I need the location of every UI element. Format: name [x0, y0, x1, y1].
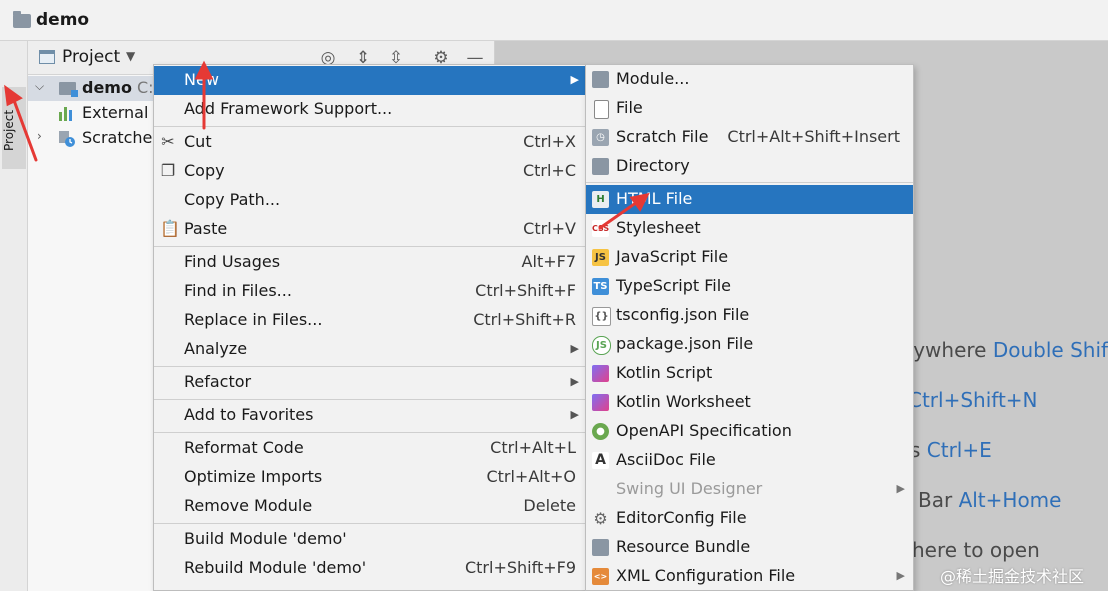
- menu-item-copy[interactable]: ❐ Copy Ctrl+C: [154, 157, 585, 186]
- submenu-item-package-json[interactable]: JS package.json File: [586, 330, 913, 359]
- scissors-icon: ✂: [161, 132, 175, 151]
- file-icon: [594, 100, 609, 119]
- menu-item-add-to-favorites[interactable]: Add to Favorites ▶: [154, 401, 585, 430]
- html-file-icon: H: [592, 191, 609, 208]
- submenu-arrow-icon: ▶: [570, 342, 579, 355]
- project-tool-tab-label: Project: [2, 109, 16, 151]
- tree-label-demo: demo: [82, 78, 132, 97]
- chevron-down-icon[interactable]: ⌵: [35, 79, 44, 94]
- module-folder-icon: [59, 82, 78, 97]
- hint-go-to-file: Ctrl+Shift+N: [908, 388, 1038, 412]
- menu-item-add-framework-support[interactable]: Add Framework Support...: [154, 95, 585, 124]
- submenu-item-resource-bundle[interactable]: Resource Bundle: [586, 533, 913, 562]
- submenu-item-openapi[interactable]: ● OpenAPI Specification: [586, 417, 913, 446]
- submenu-item-xml-configuration[interactable]: <> XML Configuration File ▶: [586, 562, 913, 591]
- context-menu: New ▶ Add Framework Support... ✂ Cut Ctrl+…: [153, 64, 586, 591]
- js-icon: JS: [592, 249, 609, 266]
- menu-divider: [586, 182, 913, 183]
- new-submenu: Module... File ◷ Scratch File Ctrl+Alt+Sh…: [585, 64, 914, 591]
- xml-icon: <>: [592, 568, 609, 585]
- menu-divider: [154, 399, 585, 400]
- submenu-arrow-icon: ▶: [896, 482, 905, 495]
- tree-label-path: C:: [137, 78, 154, 97]
- menu-item-paste[interactable]: 📋 Paste Ctrl+V: [154, 215, 585, 244]
- project-tool-tab[interactable]: Project: [2, 87, 26, 169]
- kotlin-icon: [592, 365, 609, 382]
- resource-bundle-icon: [592, 539, 609, 556]
- submenu-arrow-icon: ▶: [570, 375, 579, 388]
- submenu-item-module[interactable]: Module...: [586, 65, 913, 94]
- submenu-item-kotlin-worksheet[interactable]: Kotlin Worksheet: [586, 388, 913, 417]
- menu-item-replace-in-files[interactable]: Replace in Files... Ctrl+Shift+R: [154, 306, 585, 335]
- menu-item-remove-module[interactable]: Remove Module Delete: [154, 492, 585, 521]
- paste-icon: 📋: [160, 219, 180, 238]
- submenu-item-asciidoc[interactable]: A AsciiDoc File: [586, 446, 913, 475]
- menu-divider: [154, 246, 585, 247]
- menu-item-refactor[interactable]: Refactor ▶: [154, 368, 585, 397]
- hint-recent-files: s Ctrl+E: [910, 438, 992, 462]
- title-bar: demo: [0, 0, 1108, 41]
- left-tool-strip: Project: [0, 41, 28, 591]
- project-folder-icon: [13, 11, 31, 28]
- tree-label-scratches: Scratches: [82, 128, 161, 147]
- tsconfig-icon: {}: [592, 307, 611, 326]
- menu-item-find-in-files[interactable]: Find in Files... Ctrl+Shift+F: [154, 277, 585, 306]
- submenu-arrow-icon: ▶: [570, 408, 579, 421]
- directory-icon: [592, 158, 609, 175]
- submenu-item-typescript-file[interactable]: TS TypeScript File: [586, 272, 913, 301]
- asciidoc-icon: A: [592, 452, 609, 469]
- menu-item-optimize-imports[interactable]: Optimize Imports Ctrl+Alt+O: [154, 463, 585, 492]
- css-icon: CSS: [592, 220, 609, 237]
- openapi-icon: ●: [592, 423, 609, 440]
- nodejs-icon: JS: [592, 336, 611, 355]
- menu-item-analyze[interactable]: Analyze ▶: [154, 335, 585, 364]
- chevron-down-icon[interactable]: ▼: [126, 49, 135, 63]
- ts-icon: TS: [592, 278, 609, 295]
- hint-drop-files: here to open: [912, 538, 1040, 562]
- menu-item-find-usages[interactable]: Find Usages Alt+F7: [154, 248, 585, 277]
- module-icon: [592, 71, 609, 88]
- panel-title[interactable]: Project: [62, 47, 120, 67]
- gear-icon: ⚙: [593, 509, 608, 528]
- watermark: @稀土掘金技术社区: [940, 567, 1085, 586]
- menu-item-reformat-code[interactable]: Reformat Code Ctrl+Alt+L: [154, 434, 585, 463]
- menu-item-rebuild-module[interactable]: Rebuild Module 'demo' Ctrl+Shift+F9: [154, 554, 585, 583]
- submenu-item-scratch-file[interactable]: ◷ Scratch File Ctrl+Alt+Shift+Insert: [586, 123, 913, 152]
- menu-item-cut[interactable]: ✂ Cut Ctrl+X: [154, 128, 585, 157]
- hint-navigation-bar: Bar Alt+Home: [918, 488, 1062, 512]
- menu-item-build-module[interactable]: Build Module 'demo': [154, 525, 585, 554]
- project-view-icon: [39, 50, 55, 64]
- window-title: demo: [36, 10, 90, 30]
- submenu-item-javascript-file[interactable]: JS JavaScript File: [586, 243, 913, 272]
- scratch-file-icon: ◷: [592, 129, 609, 146]
- menu-item-copy-path[interactable]: Copy Path...: [154, 186, 585, 215]
- scratches-icon: [59, 131, 75, 147]
- menu-divider: [154, 432, 585, 433]
- menu-item-new[interactable]: New ▶: [154, 66, 585, 95]
- library-icon: [59, 106, 76, 121]
- copy-icon: ❐: [160, 161, 176, 180]
- submenu-item-kotlin-script[interactable]: Kotlin Script: [586, 359, 913, 388]
- kotlin-icon: [592, 394, 609, 411]
- submenu-item-stylesheet[interactable]: CSS Stylesheet: [586, 214, 913, 243]
- tree-label-external: External L: [82, 103, 163, 122]
- submenu-item-swing-ui-designer: Swing UI Designer ▶: [616, 479, 905, 498]
- submenu-item-html-file[interactable]: H HTML File: [586, 185, 913, 214]
- hint-search-everywhere: rywhere Double Shift: [905, 338, 1108, 362]
- submenu-item-tsconfig[interactable]: {} tsconfig.json File: [586, 301, 913, 330]
- submenu-item-editorconfig[interactable]: ⚙ EditorConfig File: [586, 504, 913, 533]
- menu-divider: [154, 126, 585, 127]
- submenu-item-file[interactable]: File: [586, 94, 913, 123]
- menu-divider: [154, 366, 585, 367]
- submenu-item-directory[interactable]: Directory: [586, 152, 913, 181]
- menu-divider: [154, 523, 585, 524]
- chevron-right-icon[interactable]: ›: [37, 129, 42, 143]
- submenu-arrow-icon: ▶: [896, 569, 905, 582]
- submenu-arrow-icon: ▶: [570, 73, 579, 86]
